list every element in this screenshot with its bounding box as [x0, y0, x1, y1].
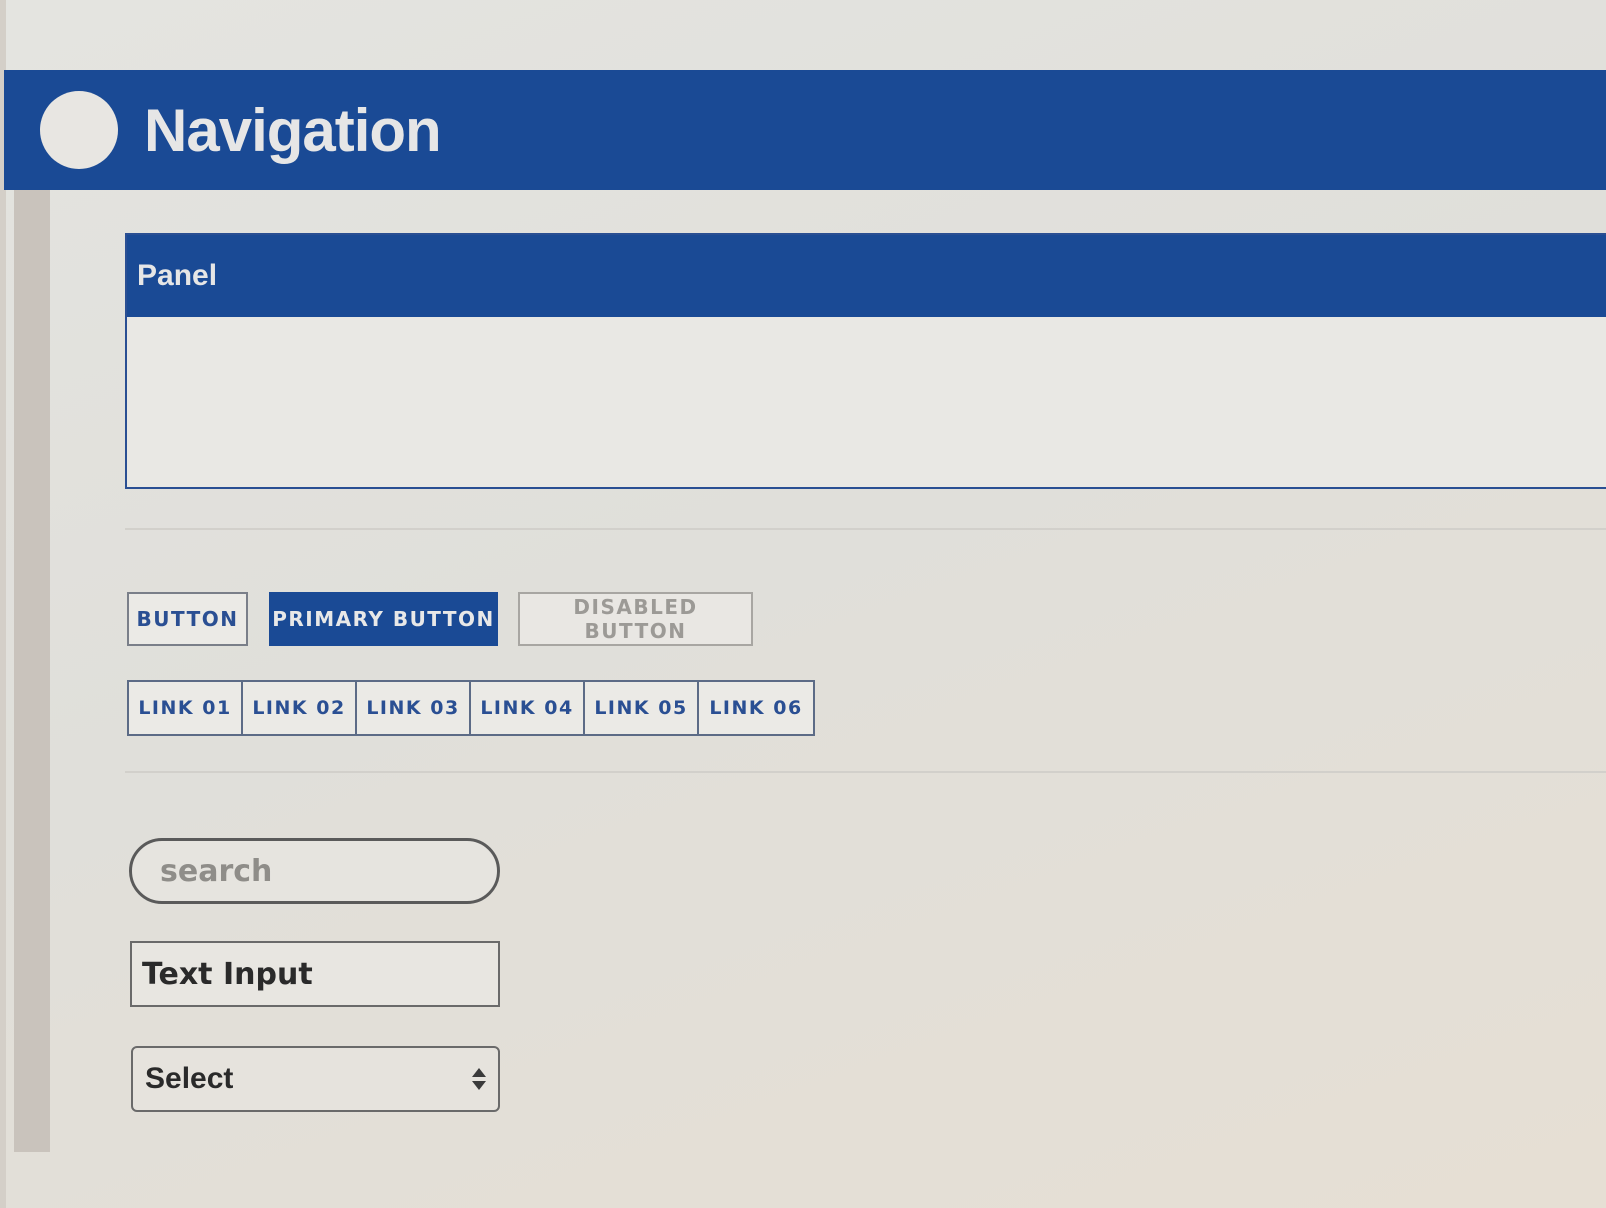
link-01[interactable]: LINK 01 — [129, 682, 243, 734]
link-04[interactable]: LINK 04 — [471, 682, 585, 734]
link-03[interactable]: LINK 03 — [357, 682, 471, 734]
navigation-title: Navigation — [144, 96, 442, 164]
select-value: Select — [145, 1062, 234, 1095]
select-dropdown[interactable]: Select — [131, 1046, 500, 1112]
panel-title: Panel — [137, 259, 218, 292]
sidebar-strip — [14, 190, 50, 1152]
link-05[interactable]: LINK 05 — [585, 682, 699, 734]
disabled-button: DISABLED BUTTON — [518, 592, 753, 646]
link-group: LINK 01 LINK 02 LINK 03 LINK 04 LINK 05 … — [127, 680, 815, 736]
up-down-arrows-icon — [468, 1068, 490, 1090]
circle-logo-icon[interactable] — [40, 91, 118, 169]
panel: Panel — [125, 233, 1606, 489]
navigation-bar: Navigation — [4, 70, 1606, 190]
panel-header: Panel — [127, 235, 1606, 317]
text-input[interactable] — [130, 941, 500, 1007]
link-02[interactable]: LINK 02 — [243, 682, 357, 734]
search-input[interactable] — [129, 838, 500, 904]
default-button[interactable]: BUTTON — [127, 592, 248, 646]
primary-button[interactable]: PRIMARY BUTTON — [269, 592, 498, 646]
divider — [125, 528, 1606, 530]
link-06[interactable]: LINK 06 — [699, 682, 813, 734]
divider — [125, 771, 1606, 773]
